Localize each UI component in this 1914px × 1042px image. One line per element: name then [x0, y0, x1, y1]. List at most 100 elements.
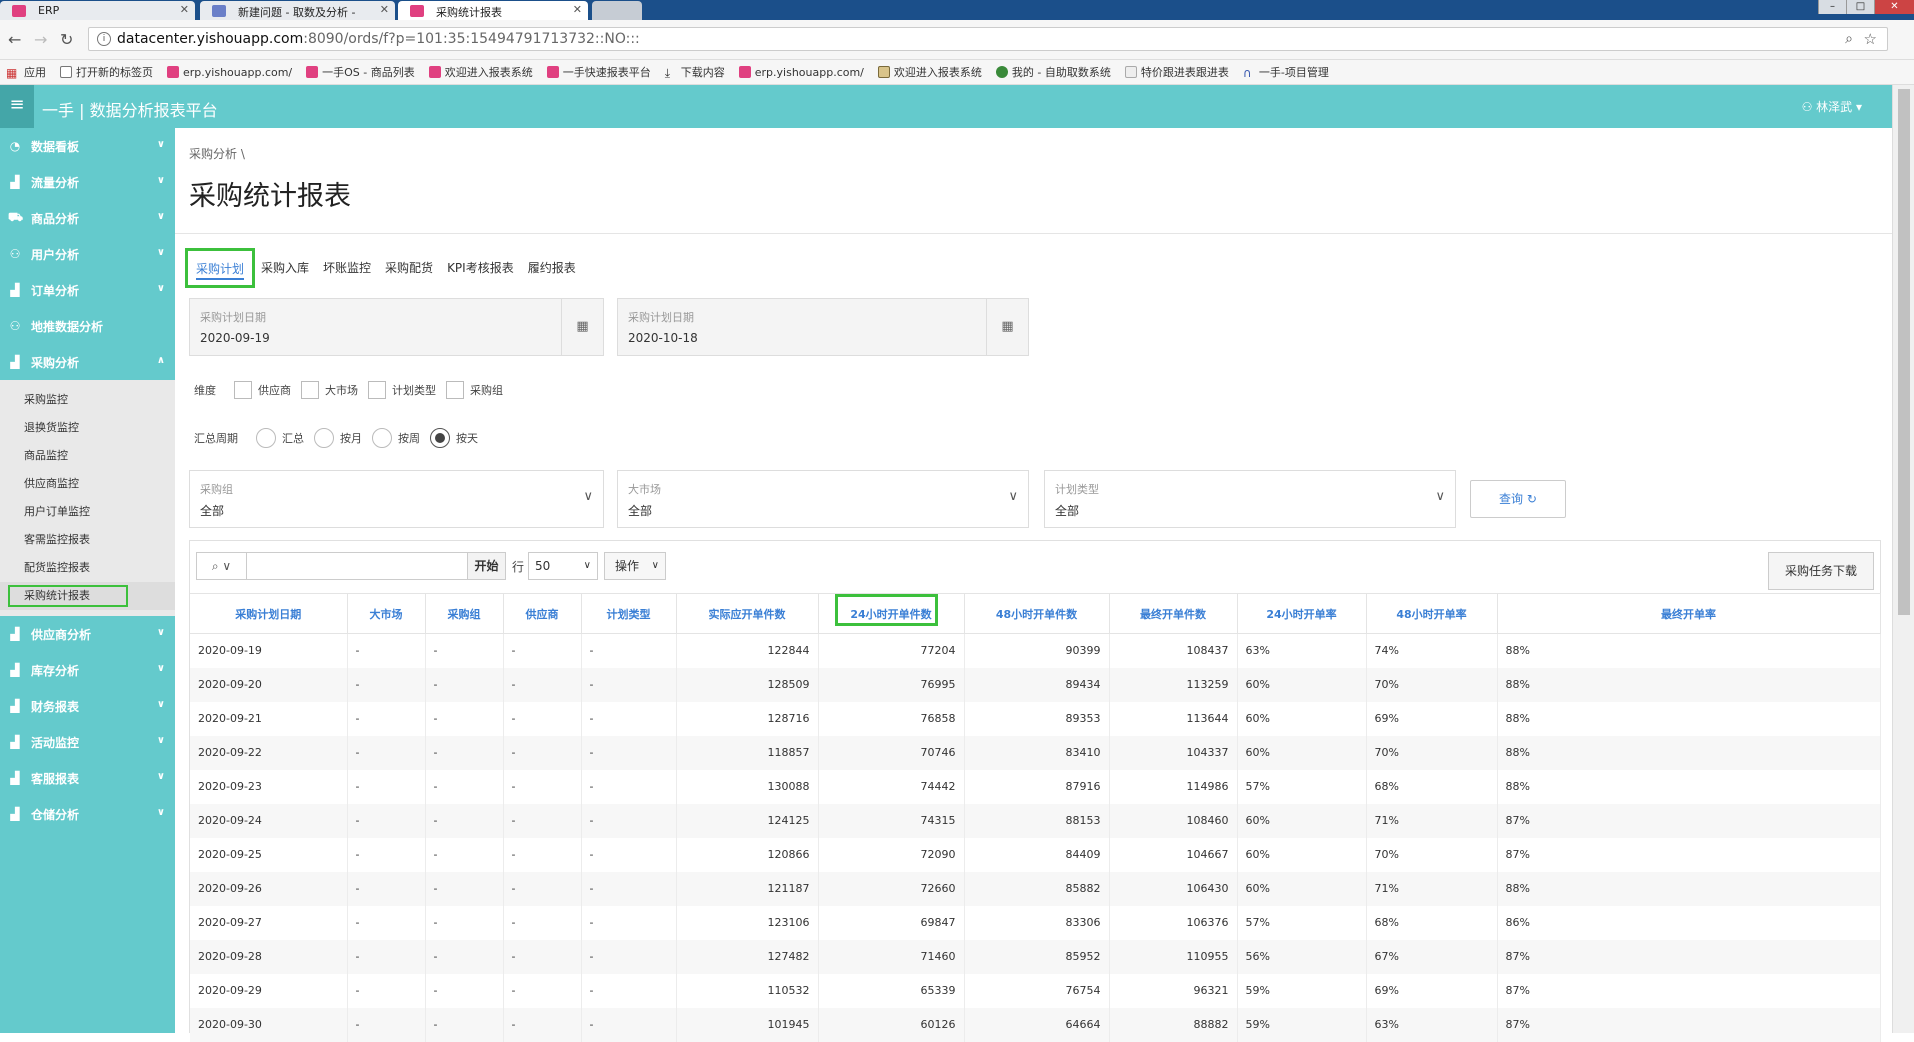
tab-kpi[interactable]: KPI考核报表 — [441, 248, 522, 288]
date-to-field[interactable]: 采购计划日期 2020-10-18 ▦ — [617, 298, 1029, 356]
bookmark-self-service[interactable]: 我的 - 自助取数系统 — [995, 64, 1111, 80]
tab-purchase-plan[interactable]: 采购计划 — [185, 248, 256, 288]
sidebar-item-products[interactable]: ⛟ 商品分析 ∨ — [0, 200, 175, 236]
bookmark-special-price[interactable]: 特价跟进表跟进表 — [1124, 64, 1229, 80]
breadcrumb[interactable]: 采购分析 \ — [189, 145, 245, 162]
bookmark-report-system[interactable]: 欢迎进入报表系统 — [428, 64, 533, 80]
download-tasks-button[interactable]: 采购任务下载 — [1768, 552, 1874, 590]
menu-toggle-icon[interactable]: ≡ — [0, 85, 34, 128]
submenu-item-return-monitor[interactable]: 退换货监控 — [0, 414, 175, 442]
search-go-button[interactable]: 开始 — [467, 553, 505, 579]
bookmark-os-products[interactable]: 一手OS - 商品列表 — [306, 64, 415, 80]
sidebar-item-users[interactable]: ⚇ 用户分析 ∨ — [0, 236, 175, 272]
bookmark-erp[interactable]: erp.yishouapp.com/ — [167, 66, 292, 79]
period-total-radio[interactable]: 汇总 — [256, 428, 304, 448]
table-row[interactable]: 2020-09-19- - - -122844 77204 90399 108437 63% 7… — [190, 633, 1881, 668]
scrollbar-thumb[interactable] — [1898, 89, 1910, 615]
close-icon[interactable]: ✕ — [380, 3, 389, 16]
url-field[interactable]: i datacenter.yishouapp.com:8090/ords/f?p… — [88, 27, 1888, 51]
table-row[interactable]: 2020-09-24- - - -124125 74315 88153 108460 60% 7… — [190, 803, 1881, 838]
column-header[interactable]: 采购计划日期 — [190, 593, 348, 634]
table-row[interactable]: 2020-09-21- - - -128716 76858 89353 113644 60% 6… — [190, 701, 1881, 736]
info-icon[interactable]: i — [97, 32, 111, 46]
maximize-icon[interactable]: □ — [1846, 0, 1874, 14]
table-row[interactable]: 2020-09-20- - - -128509 76995 89434 113259 60% 7… — [190, 667, 1881, 702]
dimension-group-checkbox[interactable]: 采购组 — [446, 381, 503, 399]
sidebar-item-traffic[interactable]: ▟ 流量分析 ∨ — [0, 164, 175, 200]
bookmark-new-tab[interactable]: 打开新的标签页 — [60, 64, 153, 80]
bookmark-star-icon[interactable]: ☆ — [1864, 30, 1877, 48]
browser-tab-report[interactable]: 采购统计报表 ✕ — [398, 1, 588, 20]
rows-per-page-select[interactable]: 50 ∨ — [528, 552, 598, 580]
table-row[interactable]: 2020-09-30- - - -101945 60126 64664 88882 59% 63… — [190, 1007, 1881, 1042]
column-header[interactable]: 48小时开单件数 — [964, 593, 1110, 634]
bookmark-quick-report[interactable]: 一手快速报表平台 — [546, 64, 651, 80]
period-day-radio[interactable]: 按天 — [430, 428, 478, 448]
window-close-icon[interactable]: ✕ — [1874, 0, 1914, 14]
dimension-plan-type-checkbox[interactable]: 计划类型 — [368, 381, 436, 399]
sidebar-item-inventory[interactable]: ▟ 库存分析 ∨ — [0, 652, 175, 688]
table-row[interactable]: 2020-09-26- - - -121187 72660 85882 106430 60% 7… — [190, 871, 1881, 906]
sidebar-item-campaign[interactable]: ▟ 活动监控 ∨ — [0, 724, 175, 760]
zoom-icon[interactable]: ⌕ — [1845, 31, 1853, 47]
reload-icon[interactable]: ↻ — [60, 30, 73, 49]
tab-purchase-allocation[interactable]: 采购配货 — [379, 248, 441, 288]
date-from-field[interactable]: 采购计划日期 2020-09-19 ▦ — [189, 298, 604, 356]
search-column-dropdown[interactable]: ⌕ ∨ — [197, 553, 247, 579]
sidebar-item-dashboard[interactable]: ◔ 数据看板 ∨ — [0, 128, 175, 164]
column-header[interactable]: 供应商 — [503, 593, 582, 634]
sidebar-item-purchase[interactable]: ▟ 采购分析 ∧ — [0, 344, 175, 380]
browser-tab-issue[interactable]: 新建问题 - 取数及分析 - ✕ — [200, 1, 395, 20]
period-month-radio[interactable]: 按月 — [314, 428, 362, 448]
submenu-item-purchase-monitor[interactable]: 采购监控 — [0, 386, 175, 414]
table-row[interactable]: 2020-09-25- - - -120866 72090 84409 104667 60% 7… — [190, 837, 1881, 872]
column-header[interactable]: 24小时开单件数 — [818, 593, 965, 634]
new-tab-button[interactable] — [592, 1, 642, 20]
column-header[interactable]: 最终开单率 — [1497, 593, 1881, 634]
close-icon[interactable]: ✕ — [180, 3, 189, 16]
sidebar-item-ground-promo[interactable]: ⚇ 地推数据分析 — [0, 308, 175, 344]
calendar-icon[interactable]: ▦ — [561, 299, 603, 355]
tab-purchase-inbound[interactable]: 采购入库 — [255, 248, 317, 288]
submenu-item-allocation-monitor[interactable]: 配货监控报表 — [0, 554, 175, 582]
search-input[interactable] — [247, 553, 467, 579]
column-header[interactable]: 24小时开单率 — [1237, 593, 1367, 634]
back-arrow-icon[interactable]: ← — [8, 30, 21, 49]
table-row[interactable]: 2020-09-27- - - -123106 69847 83306 106376 57% 6… — [190, 905, 1881, 940]
submenu-item-user-order-monitor[interactable]: 用户订单监控 — [0, 498, 175, 526]
column-header[interactable]: 48小时开单率 — [1366, 593, 1498, 634]
page-scrollbar[interactable] — [1892, 85, 1914, 1033]
close-icon[interactable]: ✕ — [573, 3, 582, 16]
browser-tab-erp[interactable]: ERP ✕ — [0, 1, 195, 20]
purchase-group-select[interactable]: 采购组 全部 ∨ — [189, 470, 604, 528]
tab-bad-debt[interactable]: 坏账监控 — [317, 248, 379, 288]
submenu-item-supplier-monitor[interactable]: 供应商监控 — [0, 470, 175, 498]
query-button[interactable]: 查询 ↻ — [1470, 480, 1566, 518]
dimension-supplier-checkbox[interactable]: 供应商 — [234, 381, 291, 399]
user-menu[interactable]: ⚇ 林泽武 ▾ — [1802, 98, 1862, 115]
column-header[interactable]: 实际应开单件数 — [676, 593, 819, 634]
bookmark-project[interactable]: ∩ 一手-项目管理 — [1243, 64, 1329, 80]
sidebar-item-supplier-analysis[interactable]: ▟ 供应商分析 ∨ — [0, 616, 175, 652]
bookmark-apps[interactable]: ▦ 应用 — [6, 64, 46, 80]
calendar-icon[interactable]: ▦ — [986, 299, 1028, 355]
column-header[interactable]: 大市场 — [347, 593, 426, 634]
bookmark-downloads[interactable]: ⤓ 下载内容 — [665, 64, 725, 80]
sidebar-item-orders[interactable]: ▟ 订单分析 ∨ — [0, 272, 175, 308]
column-header[interactable]: 计划类型 — [581, 593, 677, 634]
table-row[interactable]: 2020-09-29- - - -110532 65339 76754 96321 59% 69… — [190, 973, 1881, 1008]
table-row[interactable]: 2020-09-28- - - -127482 71460 85952 110955 56% 6… — [190, 939, 1881, 974]
bookmark-erp-2[interactable]: erp.yishouapp.com/ — [738, 66, 864, 79]
forward-arrow-icon[interactable]: → — [34, 30, 47, 49]
plan-type-select[interactable]: 计划类型 全部 ∨ — [1044, 470, 1456, 528]
table-row[interactable]: 2020-09-23- - - -130088 74442 87916 114986 57% 6… — [190, 769, 1881, 804]
market-select[interactable]: 大市场 全部 ∨ — [617, 470, 1029, 528]
table-row[interactable]: 2020-09-22- - - -118857 70746 83410 104337 60% 7… — [190, 735, 1881, 770]
sidebar-item-warehouse[interactable]: ▟ 仓储分析 ∨ — [0, 796, 175, 832]
sidebar-item-customer-service[interactable]: ▟ 客服报表 ∨ — [0, 760, 175, 796]
submenu-item-product-monitor[interactable]: 商品监控 — [0, 442, 175, 470]
column-header[interactable]: 采购组 — [425, 593, 504, 634]
period-week-radio[interactable]: 按周 — [372, 428, 420, 448]
submenu-item-demand-monitor[interactable]: 客需监控报表 — [0, 526, 175, 554]
dimension-market-checkbox[interactable]: 大市场 — [301, 381, 358, 399]
